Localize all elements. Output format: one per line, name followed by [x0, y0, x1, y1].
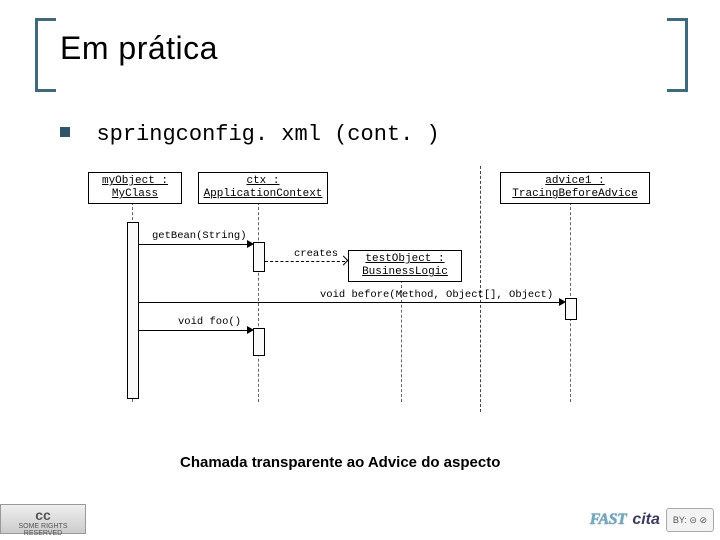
msg-label-creates: creates — [294, 248, 338, 260]
msg-label-foo: void foo() — [178, 316, 241, 328]
slide-title: Em prática — [60, 30, 218, 67]
msg-arrow-creates — [265, 261, 345, 262]
msg-arrow-getbean — [138, 244, 251, 245]
footer: cc SOME RIGHTS RESERVED FAST cita BY: ⊝ … — [0, 504, 720, 534]
msg-arrowhead-before — [559, 298, 566, 306]
bullet-row: springconfig. xml (cont. ) — [60, 122, 440, 147]
diagram-caption: Chamada transparente ao Advice do aspect… — [180, 454, 500, 471]
activation-myobject — [127, 222, 139, 399]
msg-label-before: void before(Method, Object[], Object) — [320, 289, 553, 301]
object-testobject: testObject :BusinessLogic — [348, 250, 462, 282]
activation-ctx-2 — [253, 328, 265, 356]
footer-right-badges: FAST cita BY: ⊝ ⊘ — [590, 508, 714, 532]
bullet-icon — [60, 127, 70, 137]
bullet-text: springconfig. xml (cont. ) — [96, 122, 439, 147]
slide: Em prática springconfig. xml (cont. ) my… — [0, 0, 720, 540]
by-badge: BY: ⊝ ⊘ — [666, 508, 714, 532]
object-myobject: myObject :MyClass — [88, 172, 182, 204]
logo-fast: FAST — [590, 511, 627, 529]
sequence-diagram: myObject :MyClass ctx :ApplicationContex… — [90, 172, 650, 432]
msg-arrowhead-foo — [247, 326, 254, 334]
cc-license-badge: cc SOME RIGHTS RESERVED — [0, 504, 86, 534]
msg-arrowhead-creates — [339, 256, 349, 266]
msg-arrow-foo — [138, 330, 251, 331]
msg-arrow-before — [138, 302, 563, 303]
object-ctx: ctx :ApplicationContext — [198, 172, 328, 204]
activation-advice1 — [565, 298, 577, 320]
activation-ctx-1 — [253, 242, 265, 272]
msg-label-getbean: getBean(String) — [152, 230, 247, 242]
object-advice1: advice1 :TracingBeforeAdvice — [500, 172, 650, 204]
title-bracket-left — [35, 18, 56, 92]
msg-arrowhead-getbean — [247, 240, 254, 248]
logo-cita: cita — [632, 511, 660, 529]
title-bracket-right — [667, 18, 688, 92]
